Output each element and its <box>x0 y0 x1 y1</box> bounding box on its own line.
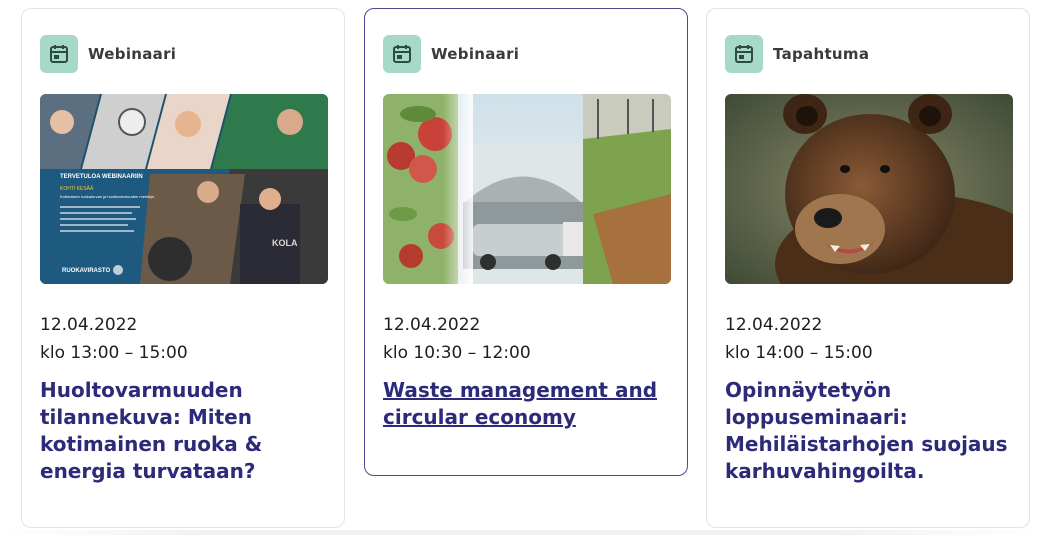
event-card[interactable]: Webinaari 12.04.2022 klo 10:30 – 12:00 W… <box>364 8 688 476</box>
event-image[interactable]: TERVETULOA WEBINAARIIN KOHTI KESÄÄ Kotim… <box>40 94 328 284</box>
event-card[interactable]: Webinaari TERVETULOA WEBINAARIIN KOHTI K… <box>21 8 345 528</box>
event-date: 12.04.2022 <box>383 315 481 335</box>
banner-line-2: Kotimaisen ruokaturvan ja huoltovarmuude… <box>60 194 154 199</box>
event-title-link[interactable]: Opinnäytetyön loppuseminaari: Mehiläista… <box>725 377 1015 485</box>
calendar-icon <box>40 35 78 73</box>
event-type-label: Webinaari <box>431 45 520 63</box>
event-type-label: Webinaari <box>88 45 177 63</box>
event-type-row: Tapahtuma <box>725 35 869 73</box>
org-logo-text: RUOKAVIRASTO <box>62 268 110 274</box>
event-type-label: Tapahtuma <box>773 45 870 63</box>
event-card[interactable]: Tapahtuma 12.04.2022 klo 14:00 – 15:00 O… <box>706 8 1030 528</box>
event-image[interactable] <box>383 94 671 284</box>
calendar-icon <box>383 35 421 73</box>
event-title-link[interactable]: Huoltovarmuuden tilannekuva: Miten kotim… <box>40 377 330 485</box>
banner-title: TERVETULOA WEBINAARIIN <box>60 174 143 180</box>
event-image[interactable] <box>725 94 1013 284</box>
sign-text: KOLA <box>272 238 298 248</box>
section-divider <box>0 530 1041 535</box>
calendar-icon <box>725 35 763 73</box>
event-date: 12.04.2022 <box>725 315 823 335</box>
event-time: klo 14:00 – 15:00 <box>725 343 873 363</box>
event-date: 12.04.2022 <box>40 315 138 335</box>
banner-line-1: KOHTI KESÄÄ <box>60 185 94 192</box>
event-type-row: Webinaari <box>40 35 176 73</box>
event-type-row: Webinaari <box>383 35 519 73</box>
event-time: klo 10:30 – 12:00 <box>383 343 531 363</box>
event-title-link[interactable]: Waste management and circular economy <box>383 377 673 431</box>
event-time: klo 13:00 – 15:00 <box>40 343 188 363</box>
